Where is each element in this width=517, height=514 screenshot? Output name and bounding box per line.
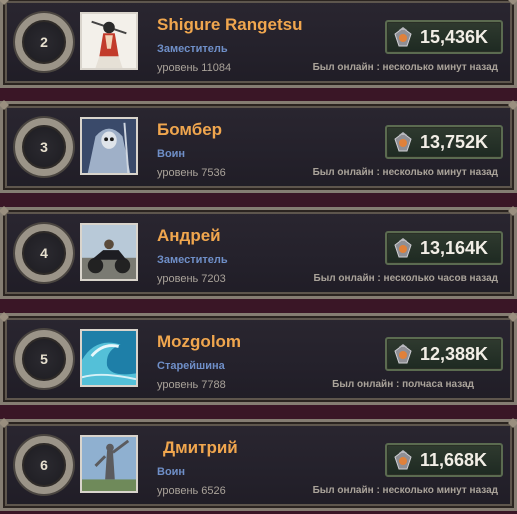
rank-badge: 6 [15,436,73,494]
player-card[interactable]: 2 Shigure Rangetsu Заместитель уровень 1… [0,0,517,88]
leaderboard-list: 2 Shigure Rangetsu Заместитель уровень 1… [0,0,517,514]
last-online: Был онлайн : несколько минут назад [312,62,498,73]
score-value: 13,164K [420,237,489,258]
player-role: Воин [157,148,186,160]
player-name[interactable]: Mozgolom [157,332,241,352]
player-avatar[interactable] [80,329,138,387]
player-avatar[interactable] [80,12,138,70]
grim-reaper-avatar [82,119,136,173]
score-box: 12,388K [385,337,503,371]
score-value: 15,436K [420,26,489,47]
rank-badge: 4 [15,224,73,282]
player-level: уровень 7788 [157,379,226,391]
player-name[interactable]: Андрей [157,226,221,246]
player-role: Заместитель [157,254,228,266]
player-name[interactable]: Дмитрий [163,438,238,458]
gem-bag-icon [394,238,412,258]
score-box: 13,752K [385,125,503,159]
player-role: Воин [157,466,186,478]
last-online: Был онлайн : несколько минут назад [312,167,498,178]
rank-badge: 3 [15,118,73,176]
player-card[interactable]: 6 Дмитрий Воин уровень 6526 11,668K Был … [0,419,517,511]
player-name[interactable]: Бомбер [157,120,222,140]
gem-bag-icon [394,132,412,152]
score-value: 11,668K [420,449,488,470]
player-level: уровень 11084 [157,62,232,74]
player-role: Старейшина [157,360,225,372]
rank-badge: 2 [15,13,73,71]
last-online: Был онлайн : несколько минут назад [312,485,498,496]
last-online: Был онлайн : полчаса назад [332,379,474,390]
score-box: 15,436K [385,20,503,54]
last-online: Был онлайн : несколько часов назад [313,273,498,284]
score-box: 13,164K [385,231,503,265]
player-card[interactable]: 5 Mozgolom Старейшина уровень 7788 12,38… [0,313,517,405]
statue-avatar [82,437,136,491]
player-level: уровень 7203 [157,273,226,285]
player-card[interactable]: 3 Бомбер Воин уровень 7536 13,752K Был о… [0,101,517,193]
gem-bag-icon [394,450,412,470]
rank-badge: 5 [15,330,73,388]
score-box: 11,668K [385,443,503,477]
player-role: Заместитель [157,43,228,55]
motorcycle-avatar [82,225,136,279]
score-value: 13,752K [420,131,489,152]
player-card[interactable]: 4 Андрей Заместитель уровень 7203 13,164… [0,207,517,299]
player-avatar[interactable] [80,435,138,493]
gem-bag-icon [394,27,412,47]
player-avatar[interactable] [80,117,138,175]
player-level: уровень 7536 [157,167,226,179]
player-name[interactable]: Shigure Rangetsu [157,15,302,35]
score-value: 12,388K [420,343,489,364]
gem-bag-icon [394,344,412,364]
player-avatar[interactable] [80,223,138,281]
player-level: уровень 6526 [157,485,226,497]
anime-character-avatar [82,14,136,68]
ocean-wave-avatar [82,331,136,385]
